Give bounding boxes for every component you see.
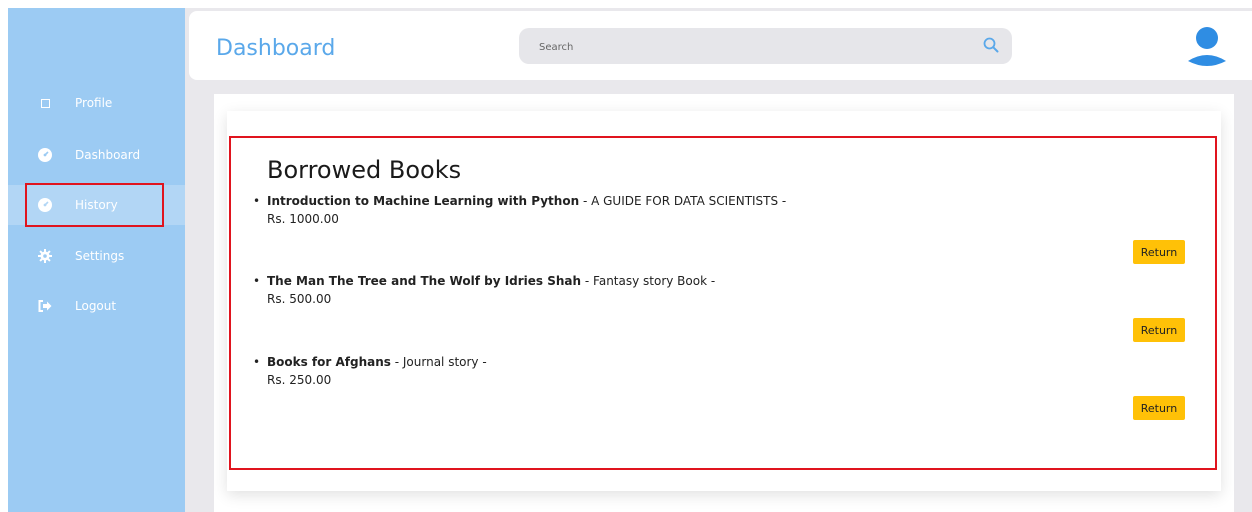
- sidebar-item-profile[interactable]: Profile: [8, 83, 185, 123]
- app-window: Profile Dashboard History Settings Logou…: [8, 8, 1252, 512]
- bullet: •: [253, 194, 261, 208]
- book-price: Rs. 250.00: [267, 373, 332, 387]
- sidebar-item-label: Settings: [75, 249, 125, 263]
- book-title: Books for Afghans: [267, 355, 391, 369]
- page-title: Dashboard: [216, 36, 336, 61]
- book-description: - Journal story -: [390, 355, 487, 369]
- list-item: • Books for Afghans - Journal story - Rs…: [253, 355, 1193, 387]
- list-item: • The Man The Tree and The Wolf by Idrie…: [253, 274, 1193, 306]
- dashboard-gauge-icon: [38, 148, 52, 162]
- sidebar-item-label: Logout: [75, 299, 117, 313]
- section-title: Borrowed Books: [267, 156, 462, 184]
- sidebar-item-label: Profile: [75, 96, 113, 110]
- bullet: •: [253, 274, 261, 288]
- bullet: •: [253, 355, 261, 369]
- book-price: Rs. 1000.00: [267, 212, 339, 226]
- book-description: - Fantasy story Book -: [581, 274, 716, 288]
- header-bar: Dashboard: [189, 11, 1252, 80]
- book-title: The Man The Tree and The Wolf by Idries …: [267, 274, 582, 288]
- square-icon: [38, 96, 52, 110]
- return-button[interactable]: Return: [1133, 318, 1185, 342]
- search-input[interactable]: [537, 37, 941, 57]
- gear-icon: [38, 249, 52, 263]
- return-button[interactable]: Return: [1133, 396, 1185, 420]
- borrowed-books-card: Borrowed Books • Introduction to Machine…: [229, 136, 1217, 470]
- return-button[interactable]: Return: [1133, 240, 1185, 264]
- avatar[interactable]: [1186, 25, 1228, 67]
- sign-out-icon: [38, 299, 52, 313]
- history-highlight-box: [25, 183, 164, 227]
- book-title: Introduction to Machine Learning with Py…: [267, 194, 580, 208]
- sidebar: Profile Dashboard History Settings Logou…: [8, 8, 185, 512]
- search-icon[interactable]: [982, 36, 1000, 54]
- list-item: • Introduction to Machine Learning with …: [253, 194, 1193, 226]
- sidebar-item-logout[interactable]: Logout: [8, 286, 185, 326]
- book-description: - A GUIDE FOR DATA SCIENTISTS -: [579, 194, 787, 208]
- sidebar-item-label: Dashboard: [75, 148, 141, 162]
- sidebar-item-settings[interactable]: Settings: [8, 236, 185, 276]
- book-price: Rs. 500.00: [267, 292, 332, 306]
- sidebar-item-dashboard[interactable]: Dashboard: [8, 135, 185, 175]
- search-bar[interactable]: [519, 28, 1012, 64]
